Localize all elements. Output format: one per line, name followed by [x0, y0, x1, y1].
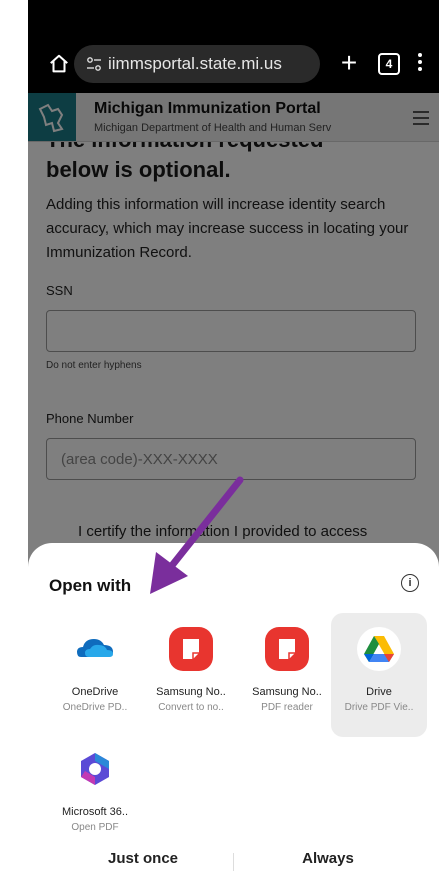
more-options-icon[interactable]: [410, 51, 430, 75]
app-microsoft-365[interactable]: Microsoft 36.. Open PDF: [47, 733, 143, 857]
button-divider: [233, 853, 234, 871]
tab-count-button[interactable]: 4: [378, 53, 400, 75]
app-samsung-notes-pdf[interactable]: Samsung No.. PDF reader: [239, 613, 335, 737]
app-action: PDF reader: [261, 702, 313, 713]
app-action: Convert to no..: [158, 702, 224, 713]
site-settings-icon[interactable]: [86, 56, 102, 72]
url-bar[interactable]: iimmsportal.state.mi.us: [74, 45, 320, 83]
new-tab-icon[interactable]: +: [334, 48, 364, 78]
microsoft-365-icon: [73, 747, 117, 791]
onedrive-icon: [77, 639, 113, 657]
app-name: Microsoft 36..: [61, 806, 129, 818]
url-text: iimmsportal.state.mi.us: [108, 54, 282, 73]
info-icon[interactable]: i: [401, 574, 419, 592]
app-name: Samsung No..: [252, 686, 322, 698]
app-name: Drive: [366, 686, 392, 698]
app-onedrive[interactable]: OneDrive OneDrive PD..: [47, 613, 143, 737]
always-button[interactable]: Always: [238, 850, 418, 867]
phone-screen: iimmsportal.state.mi.us + 4 Michigan Imm…: [28, 0, 439, 883]
just-once-button[interactable]: Just once: [53, 850, 233, 867]
app-action: Drive PDF Vie..: [344, 702, 414, 713]
samsung-notes-icon: [169, 627, 213, 671]
app-drive[interactable]: Drive Drive PDF Vie..: [331, 613, 427, 737]
app-name: OneDrive: [71, 686, 119, 698]
app-name: Samsung No..: [156, 686, 226, 698]
google-drive-icon: [357, 627, 401, 671]
app-action: Open PDF: [71, 822, 119, 833]
open-with-sheet: Open with i OneDrive OneDrive PD.. Samsu…: [28, 543, 439, 883]
app-samsung-notes-convert[interactable]: Samsung No.. Convert to no..: [143, 613, 239, 737]
browser-toolbar: iimmsportal.state.mi.us + 4: [28, 0, 439, 93]
app-action: OneDrive PD..: [62, 702, 128, 713]
samsung-notes-icon: [265, 627, 309, 671]
sheet-title: Open with: [49, 576, 132, 595]
home-icon[interactable]: [48, 53, 70, 75]
